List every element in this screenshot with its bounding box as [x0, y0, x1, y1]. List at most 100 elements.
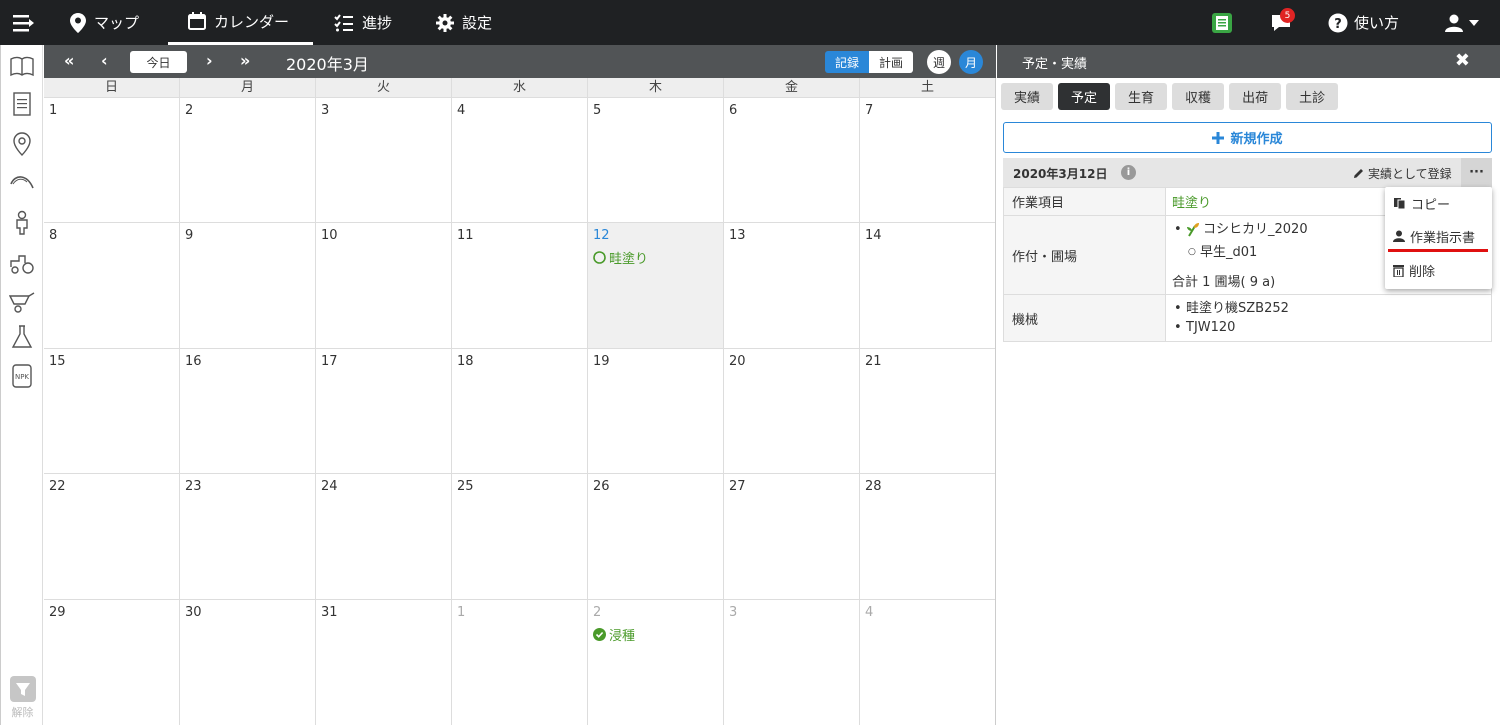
- week-view-button[interactable]: 週: [927, 50, 951, 74]
- next-month-icon[interactable]: ›: [206, 51, 213, 70]
- crop-name: コシヒカリ_2020: [1203, 222, 1308, 237]
- crop-label: 作付・圃場: [1003, 215, 1166, 295]
- calendar-day[interactable]: 25: [452, 474, 588, 599]
- calendar-day[interactable]: 6: [724, 98, 860, 223]
- weekday-sun: 日: [44, 78, 180, 97]
- tab-growth[interactable]: 生育: [1115, 83, 1168, 110]
- info-icon[interactable]: i: [1121, 165, 1136, 180]
- register-as-actual-button[interactable]: 実績として登録: [1353, 165, 1452, 182]
- calendar-week: 29 30 31 1 2 浸種 3 4: [44, 599, 995, 725]
- flask-icon[interactable]: [9, 324, 35, 350]
- month-view-button[interactable]: 月: [959, 50, 983, 74]
- calendar-day[interactable]: 7: [860, 98, 995, 222]
- tab-actual[interactable]: 実績: [1001, 83, 1054, 110]
- calendar-day[interactable]: 18: [452, 348, 588, 474]
- check-circle-icon: [593, 627, 606, 641]
- help-button[interactable]: ? 使い方: [1328, 0, 1399, 45]
- plus-icon: [1212, 131, 1225, 144]
- event-completed[interactable]: 浸種: [593, 625, 718, 644]
- calendar-day[interactable]: 5: [588, 98, 724, 223]
- calendar-day[interactable]: 24: [316, 474, 452, 599]
- day-number: 4: [457, 103, 466, 118]
- worker-icon[interactable]: [9, 210, 35, 236]
- prev-year-icon[interactable]: «: [64, 51, 74, 70]
- calendar-day[interactable]: 16: [180, 348, 316, 474]
- calendar-day[interactable]: 26: [588, 474, 724, 599]
- weekday-wed: 水: [452, 78, 588, 97]
- plan-toggle[interactable]: 計画: [869, 51, 914, 73]
- day-number: 17: [321, 353, 338, 369]
- calendar-week: 8 9 10 11 12 畦塗り 13 14: [44, 223, 995, 349]
- calendar-day[interactable]: 20: [724, 348, 860, 474]
- machine-value: 畦塗り機SZB252 TJW120: [1165, 294, 1492, 342]
- tractor-icon[interactable]: [9, 250, 35, 276]
- calendar-day-selected[interactable]: 12 畦塗り: [588, 223, 724, 348]
- calendar-day[interactable]: 22: [44, 474, 180, 599]
- pencil-icon: [1354, 169, 1363, 178]
- calendar-day[interactable]: 3: [316, 98, 452, 223]
- calendar-day[interactable]: 2: [180, 98, 316, 223]
- calendar-day[interactable]: 11: [452, 223, 588, 348]
- panel-title: 予定・実績: [1022, 57, 1088, 72]
- calendar-day-next-month[interactable]: 1: [452, 599, 588, 725]
- calendar-day[interactable]: 1: [44, 98, 180, 223]
- nav-map[interactable]: マップ: [70, 0, 139, 45]
- calendar-day[interactable]: 31: [316, 599, 452, 725]
- filter-clear-button[interactable]: [10, 676, 36, 702]
- calendar-day[interactable]: 30: [180, 599, 316, 725]
- location-icon[interactable]: [9, 131, 35, 157]
- prev-month-icon[interactable]: ‹: [101, 51, 108, 70]
- calendar-day-next-month[interactable]: 2 浸種: [588, 599, 724, 725]
- menu-item-work-instruction[interactable]: 作業指示書: [1385, 224, 1492, 248]
- app-badge-button[interactable]: [1211, 0, 1233, 45]
- wheelbarrow-icon[interactable]: [9, 288, 35, 314]
- nav-settings[interactable]: 設定: [436, 0, 492, 45]
- calendar-day[interactable]: 4: [452, 98, 588, 223]
- calendar-day[interactable]: 19: [588, 348, 724, 474]
- calendar-day[interactable]: 21: [860, 349, 995, 473]
- calendar-day[interactable]: 29: [44, 599, 180, 725]
- calendar-day[interactable]: 17: [316, 348, 452, 474]
- new-create-button[interactable]: 新規作成: [1003, 122, 1492, 153]
- menu-item-delete[interactable]: 削除: [1385, 258, 1492, 282]
- calendar-day[interactable]: 15: [44, 348, 180, 474]
- calendar-day[interactable]: 13: [724, 223, 860, 348]
- day-number: 16: [185, 353, 202, 369]
- day-number: 3: [729, 604, 738, 620]
- user-menu-button[interactable]: [1445, 0, 1479, 45]
- tab-soil[interactable]: 土診: [1286, 83, 1339, 110]
- calendar-day[interactable]: 23: [180, 474, 316, 599]
- calendar-day[interactable]: 8: [44, 223, 180, 348]
- day-number: 24: [321, 479, 338, 495]
- next-year-icon[interactable]: »: [240, 51, 250, 70]
- sickle-icon[interactable]: [9, 170, 35, 196]
- book-icon[interactable]: [9, 53, 35, 79]
- calendar-day[interactable]: 27: [724, 474, 860, 599]
- today-button[interactable]: 今日: [130, 51, 187, 73]
- calendar-day[interactable]: 9: [180, 223, 316, 348]
- nav-calendar-label: カレンダー: [214, 12, 290, 31]
- fertilizer-npk-icon[interactable]: NPK: [9, 363, 35, 389]
- menu-item-copy[interactable]: コピー: [1385, 191, 1492, 215]
- calendar-day-next-month[interactable]: 4: [860, 600, 995, 725]
- menu-toggle-icon[interactable]: [12, 12, 36, 34]
- calendar-day[interactable]: 28: [860, 474, 995, 598]
- calendar-day[interactable]: 10: [316, 223, 452, 348]
- more-options-dropdown: コピー 作業指示書 削除: [1385, 187, 1492, 289]
- document-icon[interactable]: [9, 91, 35, 117]
- copy-icon: [1394, 197, 1406, 209]
- record-toggle[interactable]: 記録: [825, 51, 870, 73]
- calendar-day-next-month[interactable]: 3: [724, 599, 860, 725]
- day-number: 20: [729, 353, 746, 369]
- more-options-button[interactable]: ···: [1461, 158, 1492, 187]
- tab-harvest[interactable]: 収穫: [1172, 83, 1225, 110]
- event-planned[interactable]: 畦塗り: [593, 248, 718, 267]
- nav-progress[interactable]: 進捗: [334, 0, 392, 45]
- tab-shipment[interactable]: 出荷: [1229, 83, 1282, 110]
- calendar-day[interactable]: 14: [860, 223, 995, 347]
- tab-plan[interactable]: 予定: [1058, 83, 1111, 110]
- close-icon[interactable]: ✖: [1455, 50, 1470, 71]
- day-number: 12: [593, 228, 610, 244]
- nav-calendar[interactable]: カレンダー: [168, 0, 313, 45]
- machine-item: 畦塗り機SZB252: [1172, 299, 1485, 318]
